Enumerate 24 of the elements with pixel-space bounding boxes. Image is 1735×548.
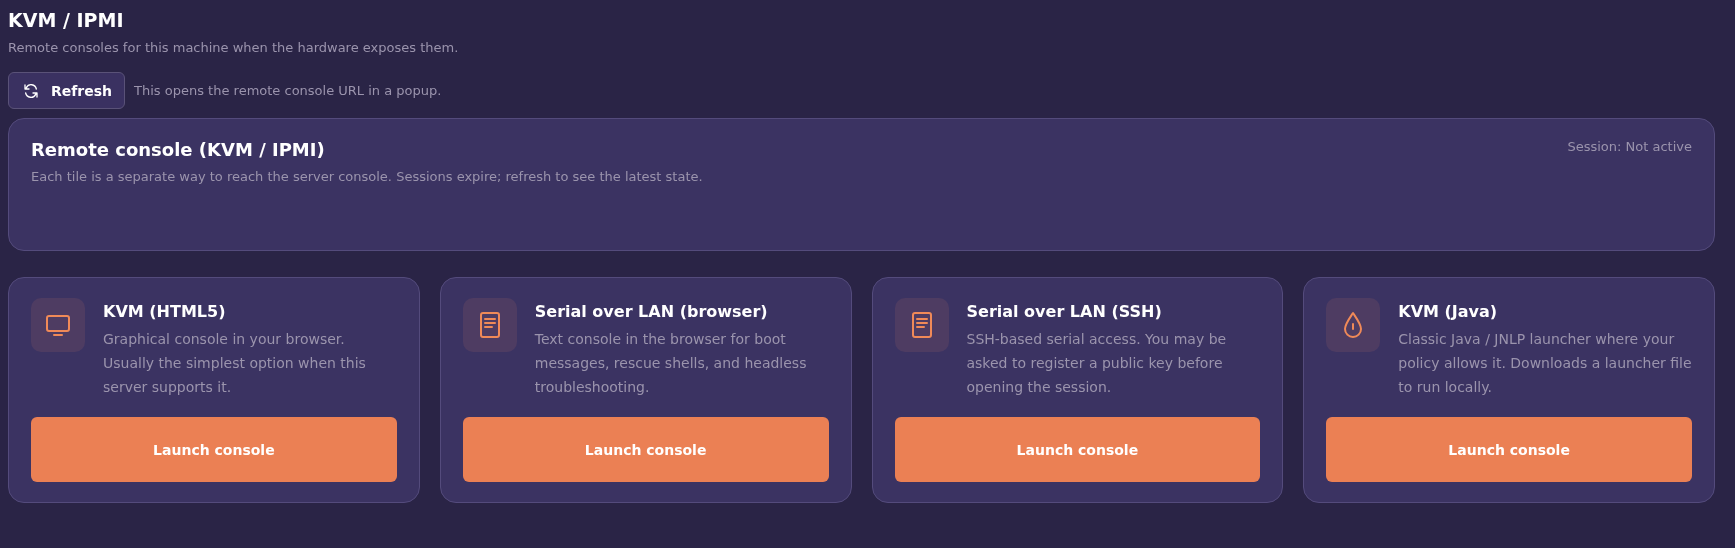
tile-description: Classic Java / JNLP launcher where your policy allows it. Downloads a launcher file to run locally. <box>1398 330 1692 397</box>
launch-console-button[interactable]: Launch console <box>894 417 1261 482</box>
drop-icon <box>1342 311 1365 339</box>
card-title: Remote console (KVM / IPMI) <box>31 139 326 160</box>
launch-console-button[interactable]: Launch console <box>1326 417 1692 482</box>
monitor-icon <box>45 313 71 337</box>
refresh-button[interactable]: Refresh <box>8 72 126 109</box>
card-description: Each tile is a separate way to reach the server console. Sessions expire; refresh to see the latest state. <box>31 169 703 184</box>
page-subtitle: Remote consoles for this machine when the hardware exposes them. <box>8 40 460 55</box>
launch-console-button[interactable]: Launch console <box>462 417 829 482</box>
tile-title: Serial over LAN (browser) <box>534 302 769 321</box>
session-status: Session: Not active <box>1567 139 1692 156</box>
page-title: KVM / IPMI <box>8 8 125 33</box>
refresh-icon <box>23 82 39 99</box>
tile-description: Graphical console in your browser. Usually the simplest option when this server supports it. <box>103 330 367 397</box>
document-icon <box>910 311 933 339</box>
tile-description: SSH-based serial access. You may be asked to register a public key before opening the session. <box>966 330 1228 397</box>
document-icon <box>478 311 501 339</box>
tile-description: Text console in the browser for boot messages, rescue shells, and headless troubleshooting. <box>534 330 808 397</box>
tile-title: KVM (HTML5) <box>103 302 227 321</box>
tile-title: Serial over LAN (SSH) <box>966 302 1163 321</box>
popup-hint: This opens the remote console URL in a popup. <box>134 83 442 98</box>
tile-title: KVM (Java) <box>1398 302 1499 321</box>
launch-console-button[interactable]: Launch console <box>31 417 397 482</box>
